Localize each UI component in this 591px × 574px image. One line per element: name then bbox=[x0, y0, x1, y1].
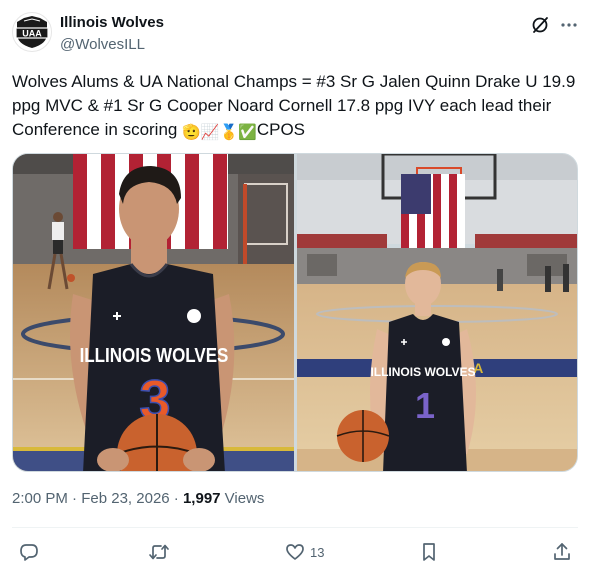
heart-icon bbox=[286, 544, 304, 560]
grok-icon[interactable] bbox=[530, 14, 552, 36]
retweet-button[interactable] bbox=[148, 541, 170, 563]
media-grid[interactable]: ILLINOIS WOLVES 3 A ILLINOIS WOLVES 1 bbox=[12, 153, 578, 472]
right-jersey-number: 1 bbox=[415, 385, 435, 426]
left-jersey-text: ILLINOIS WOLVES bbox=[80, 344, 229, 367]
meta-separator: · bbox=[169, 490, 183, 507]
share-button[interactable] bbox=[551, 541, 573, 563]
author-handle[interactable]: @WolvesILL bbox=[60, 36, 145, 53]
tweet-text: Wolves Alums & UA National Champs = #3 S… bbox=[12, 70, 578, 142]
chart-emoji: 📈 bbox=[200, 124, 220, 141]
views-label: Views bbox=[220, 490, 265, 507]
tweet-date[interactable]: Feb 23, 2026 bbox=[81, 490, 169, 507]
bookmark-icon bbox=[423, 543, 435, 561]
uaa-logo: UAA bbox=[12, 12, 52, 52]
tweet-card[interactable]: UAA Illinois Wolves @WolvesILL Wolves Al… bbox=[0, 0, 591, 574]
like-count: 13 bbox=[310, 544, 325, 560]
photo-left[interactable]: ILLINOIS WOLVES 3 bbox=[13, 154, 294, 471]
share-icon bbox=[554, 543, 570, 560]
reply-icon bbox=[20, 544, 38, 561]
like-button[interactable]: 13 bbox=[284, 541, 324, 563]
views-count: 1,997 bbox=[182, 490, 221, 507]
check-mark-emoji: ✅ bbox=[238, 124, 257, 141]
salute-emoji: 🫡 bbox=[182, 124, 201, 141]
avatar[interactable]: UAA bbox=[12, 12, 52, 52]
bookmark-button[interactable] bbox=[418, 541, 440, 563]
right-jersey-text: ILLINOIS WOLVES bbox=[370, 365, 475, 379]
reply-button[interactable] bbox=[18, 541, 40, 563]
tweet-tail: CPOS bbox=[256, 120, 306, 139]
meta-separator: · bbox=[67, 490, 82, 507]
photo-right[interactable]: U S A ILLINOIS WOLVES 1 bbox=[297, 154, 577, 471]
divider bbox=[12, 527, 578, 528]
gold-medal-emoji: 🥇 bbox=[219, 124, 239, 141]
tweet-meta: 2:00 PM · Feb 23, 2026 · 1,997 Views bbox=[12, 490, 264, 507]
retweet-icon bbox=[149, 544, 169, 560]
tweet-time[interactable]: 2:00 PM bbox=[12, 490, 68, 507]
avatar-text: UAA bbox=[22, 29, 42, 39]
author-name[interactable]: Illinois Wolves bbox=[60, 14, 164, 31]
more-icon[interactable] bbox=[558, 14, 580, 36]
